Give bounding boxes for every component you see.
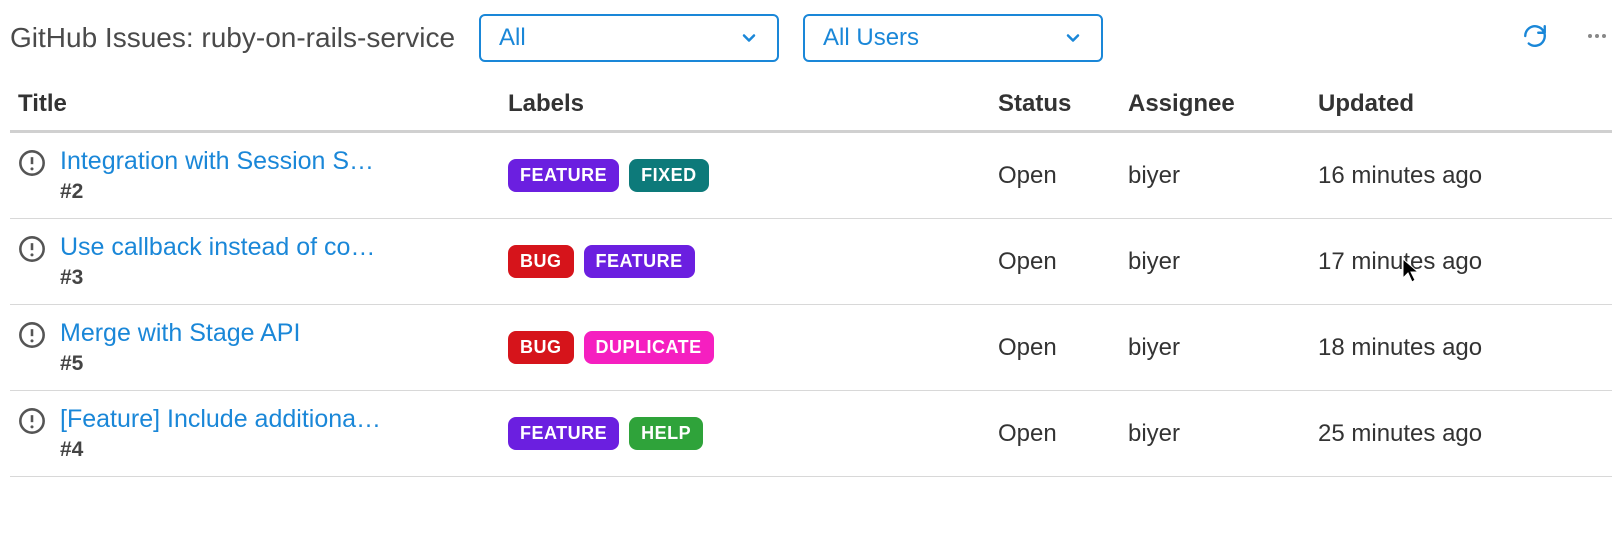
label-pill[interactable]: FEATURE (508, 417, 619, 450)
refresh-icon (1522, 23, 1548, 54)
label-list: BUG FEATURE (508, 245, 982, 278)
issue-title-link[interactable]: Integration with Session S… (60, 147, 374, 176)
col-updated[interactable]: Updated (1310, 80, 1612, 132)
label-pill[interactable]: FEATURE (584, 245, 695, 278)
issue-status: Open (990, 305, 1120, 391)
issue-assignee: biyer (1120, 305, 1310, 391)
chevron-down-icon (1063, 28, 1083, 48)
issue-number: #4 (60, 438, 381, 462)
chevron-down-icon (739, 28, 759, 48)
label-pill[interactable]: DUPLICATE (584, 331, 714, 364)
label-list: BUG DUPLICATE (508, 331, 982, 364)
filter-user-dropdown[interactable]: All Users (803, 14, 1103, 62)
issue-number: #5 (60, 352, 300, 376)
issue-status: Open (990, 132, 1120, 219)
issue-assignee: biyer (1120, 219, 1310, 305)
refresh-button[interactable] (1520, 23, 1550, 53)
filter-status-value: All (499, 24, 526, 52)
col-assignee[interactable]: Assignee (1120, 80, 1310, 132)
label-pill[interactable]: FIXED (629, 159, 709, 192)
page-title: GitHub Issues: ruby-on-rails-service (10, 22, 455, 54)
table-row[interactable]: Use callback instead of co… #3 BUG FEATURE O… (10, 219, 1612, 305)
table-row[interactable]: Integration with Session S… #2 FEATURE FIXE… (10, 132, 1612, 219)
label-pill[interactable]: BUG (508, 331, 574, 364)
filter-status-dropdown[interactable]: All (479, 14, 779, 62)
label-list: FEATURE HELP (508, 417, 982, 450)
issue-number: #2 (60, 180, 374, 204)
issue-updated: 16 minutes ago (1310, 132, 1612, 219)
issue-open-icon (18, 235, 46, 263)
table-row[interactable]: [Feature] Include additiona… #4 FEATURE HEL… (10, 391, 1612, 477)
col-labels[interactable]: Labels (500, 80, 990, 132)
issue-updated: 17 minutes ago (1310, 219, 1612, 305)
issue-assignee: biyer (1120, 391, 1310, 477)
issue-title-link[interactable]: Merge with Stage API (60, 319, 300, 348)
table-header-row: Title Labels Status Assignee Updated (10, 80, 1612, 132)
issue-open-icon (18, 149, 46, 177)
more-options-button[interactable] (1582, 23, 1612, 53)
issue-status: Open (990, 391, 1120, 477)
label-list: FEATURE FIXED (508, 159, 982, 192)
label-pill[interactable]: FEATURE (508, 159, 619, 192)
issue-updated: 25 minutes ago (1310, 391, 1612, 477)
header-bar: GitHub Issues: ruby-on-rails-service All… (10, 10, 1612, 80)
issue-assignee: biyer (1120, 132, 1310, 219)
table-row[interactable]: Merge with Stage API #5 BUG DUPLICATE Openbi… (10, 305, 1612, 391)
label-pill[interactable]: HELP (629, 417, 703, 450)
col-title[interactable]: Title (10, 80, 500, 132)
issue-title-link[interactable]: [Feature] Include additiona… (60, 405, 381, 434)
filter-user-value: All Users (823, 24, 919, 52)
issues-table: Title Labels Status Assignee Updated Int… (10, 80, 1612, 477)
issue-open-icon (18, 407, 46, 435)
more-horizontal-icon (1585, 24, 1609, 53)
issue-number: #3 (60, 266, 375, 290)
issue-status: Open (990, 219, 1120, 305)
issue-title-link[interactable]: Use callback instead of co… (60, 233, 375, 262)
col-status[interactable]: Status (990, 80, 1120, 132)
label-pill[interactable]: BUG (508, 245, 574, 278)
issue-open-icon (18, 321, 46, 349)
issue-updated: 18 minutes ago (1310, 305, 1612, 391)
